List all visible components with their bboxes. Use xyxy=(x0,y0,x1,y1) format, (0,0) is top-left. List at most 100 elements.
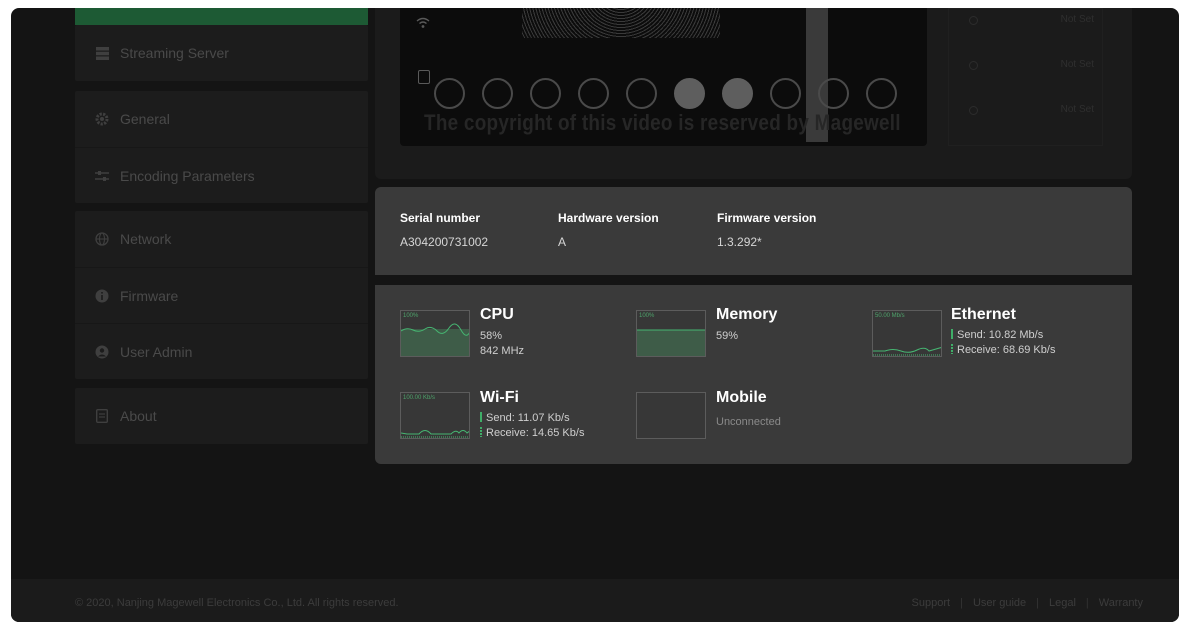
firmware-version-value: 1.3.292* xyxy=(717,235,762,249)
copyright-text: © 2020, Nanjing Magewell Electronics Co.… xyxy=(75,597,399,609)
sliders-icon xyxy=(95,169,109,183)
wifi-icon xyxy=(416,16,430,32)
user-guide-link[interactable]: User guide xyxy=(973,597,1026,609)
nav-group-about: About xyxy=(75,388,368,444)
test-pattern-circle xyxy=(578,78,609,109)
video-watermark: The copyright of this video is reserved … xyxy=(424,110,901,135)
mobile-title: Mobile xyxy=(716,389,767,406)
radio-icon xyxy=(969,61,978,70)
send-legend-icon xyxy=(480,412,482,422)
ethernet-send: Send: 10.82 Mb/s xyxy=(951,329,1043,341)
firmware-version-block: Firmware version 1.3.292* xyxy=(717,211,816,249)
serial-number-label: Serial number xyxy=(400,211,481,225)
system-status-card: 100% CPU 58% 842 MHz 100% Memory 59% 50.… xyxy=(375,285,1132,464)
sidebar-item-network[interactable]: Network xyxy=(75,211,368,267)
sidebar-item-user-admin[interactable]: User Admin xyxy=(75,323,368,379)
video-preview: The copyright of this video is reserved … xyxy=(400,8,927,146)
nav-group-settings: General Encoding Parameters xyxy=(75,91,368,203)
sidebar-item-label: Network xyxy=(120,231,172,247)
cpu-usage: 58% xyxy=(480,330,503,342)
footer-divider: | xyxy=(960,597,963,609)
nav-group-system: Network Firmware User Admin xyxy=(75,211,368,379)
source-slot[interactable]: Not Set xyxy=(969,58,1094,74)
test-pattern-circle xyxy=(770,78,801,109)
memory-usage: 59% xyxy=(716,330,739,342)
info-icon xyxy=(95,289,109,303)
warranty-link[interactable]: Warranty xyxy=(1099,597,1143,609)
support-link[interactable]: Support xyxy=(912,597,951,609)
ethernet-receive: Receive: 68.69 Kb/s xyxy=(951,344,1055,356)
sidebar-item-label: Firmware xyxy=(120,287,179,304)
sidebar-item-about[interactable]: About xyxy=(75,388,368,444)
hardware-version-label: Hardware version xyxy=(558,211,659,225)
footer-divider: | xyxy=(1036,597,1039,609)
gear-icon xyxy=(95,112,109,126)
globe-icon xyxy=(95,232,109,246)
footer-links: Support | User guide | Legal | Warranty xyxy=(912,597,1143,609)
test-pattern-circle xyxy=(674,78,705,109)
sidebar-item-encoding-parameters[interactable]: Encoding Parameters xyxy=(75,147,368,203)
sidebar-item-label: User Admin xyxy=(120,343,193,360)
wifi-receive: Receive: 14.65 Kb/s xyxy=(480,427,584,439)
cpu-title: CPU xyxy=(480,306,514,323)
slot-status: Not Set xyxy=(1060,59,1094,70)
ethernet-send-value: Send: 10.82 Mb/s xyxy=(957,329,1044,341)
source-slot[interactable]: Not Set xyxy=(969,13,1094,29)
sidebar-item-label: Streaming Server xyxy=(120,45,229,61)
sidebar-item-firmware[interactable]: Firmware xyxy=(75,267,368,323)
test-pattern-circle xyxy=(434,78,465,109)
ethernet-title: Ethernet xyxy=(951,306,1016,323)
device-info-card: Serial number A304200731002 Hardware ver… xyxy=(375,187,1132,275)
sidebar-item-general[interactable]: General xyxy=(75,91,368,147)
footer: © 2020, Nanjing Magewell Electronics Co.… xyxy=(11,579,1179,622)
sidebar-item-label: About xyxy=(120,408,157,424)
file-icon xyxy=(418,70,430,84)
wifi-send: Send: 11.07 Kb/s xyxy=(480,412,570,424)
test-pattern-circles xyxy=(434,78,897,109)
legal-link[interactable]: Legal xyxy=(1049,597,1076,609)
server-icon xyxy=(95,46,109,60)
cpu-frequency: 842 MHz xyxy=(480,345,525,357)
ethernet-receive-value: Receive: 68.69 Kb/s xyxy=(957,344,1056,356)
cpu-usage-fill xyxy=(401,329,469,356)
cpu-chart-scale: 100% xyxy=(403,313,419,319)
slot-status: Not Set xyxy=(1060,104,1094,115)
memory-chart: 100% xyxy=(636,310,706,357)
test-pattern-circle xyxy=(626,78,657,109)
sidebar-item-label: General xyxy=(120,111,170,127)
active-nav-indicator xyxy=(75,8,368,25)
firmware-version-label: Firmware version xyxy=(717,211,817,225)
mobile-status: Unconnected xyxy=(716,416,781,428)
ethernet-chart-scale: 50.00 Mb/s xyxy=(875,313,905,319)
radio-icon xyxy=(969,106,978,115)
sidebar-item-label: Encoding Parameters xyxy=(120,167,255,184)
source-slots: Not Set Not Set Not Set xyxy=(948,8,1103,146)
nav-group-streaming: Streaming Server xyxy=(75,25,368,81)
wifi-chart-scale: 100.00 Kb/s xyxy=(403,395,436,401)
memory-title: Memory xyxy=(716,306,778,323)
slot-status: Not Set xyxy=(1060,14,1094,25)
test-pattern-circle xyxy=(530,78,561,109)
receive-legend-icon xyxy=(951,344,953,354)
wifi-chart: 100.00 Kb/s xyxy=(400,392,470,439)
hardware-version-value: A xyxy=(558,235,567,249)
hardware-version-block: Hardware version A xyxy=(558,211,659,249)
app-window: Streaming Server General Encoding Parame… xyxy=(11,8,1179,622)
source-slot[interactable]: Not Set xyxy=(969,103,1094,119)
memory-usage-fill xyxy=(637,330,705,356)
test-pattern-circle xyxy=(818,78,849,109)
test-pattern-circle xyxy=(482,78,513,109)
cpu-chart: 100% xyxy=(400,310,470,357)
ethernet-chart: 50.00 Mb/s xyxy=(872,310,942,357)
test-pattern-rings xyxy=(522,8,720,38)
footer-divider: | xyxy=(1085,597,1089,609)
user-icon xyxy=(95,345,109,359)
wifi-title: Wi-Fi xyxy=(480,389,519,406)
receive-legend-icon xyxy=(480,427,482,437)
serial-number-block: Serial number A304200731002 xyxy=(400,211,488,249)
test-pattern-circle xyxy=(866,78,897,109)
test-pattern-circle xyxy=(722,78,753,109)
radio-icon xyxy=(969,16,978,25)
memory-chart-scale: 100% xyxy=(639,313,655,319)
sidebar-item-streaming-server[interactable]: Streaming Server xyxy=(75,25,368,81)
